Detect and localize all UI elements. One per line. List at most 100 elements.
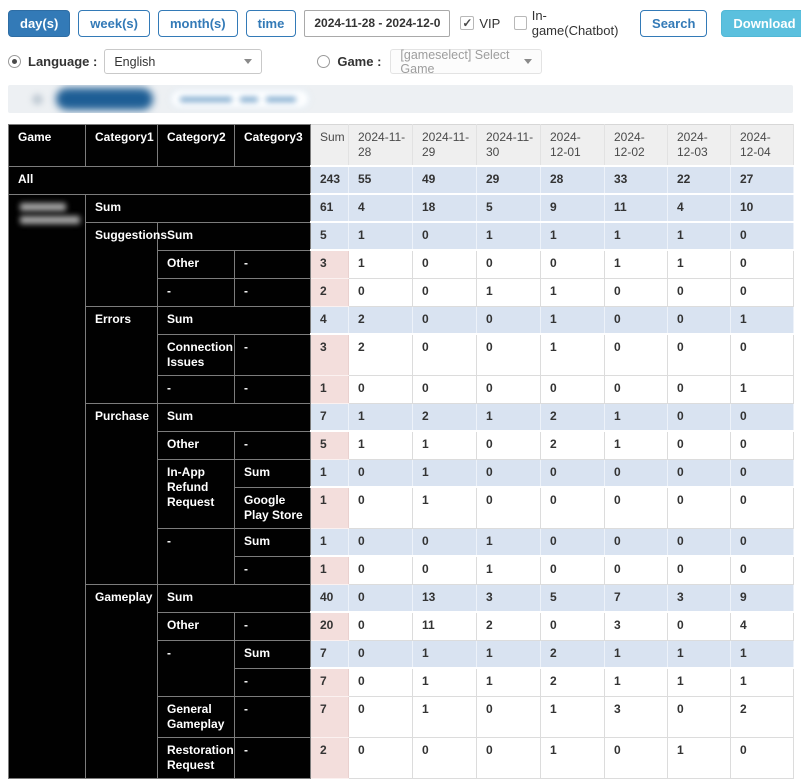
column-header-20241204: 2024-12-04	[730, 124, 794, 167]
checkbox-ingamechatbot[interactable]: In-game(Chatbot)	[514, 8, 620, 38]
value-cell: 0	[476, 306, 541, 335]
value-cell: 0	[667, 403, 731, 432]
value-cell: 1	[604, 250, 668, 279]
value-cell: 0	[476, 487, 541, 529]
value-cell: 0	[476, 459, 541, 488]
redacted-text	[180, 97, 232, 102]
column-header-20241202: 2024-12-02	[604, 124, 668, 167]
category-cell: Sum	[234, 639, 311, 669]
chevron-down-icon	[524, 59, 533, 64]
value-cell: 0	[730, 556, 794, 585]
value-cell: 3	[667, 584, 731, 613]
value-cell: 1	[476, 556, 541, 585]
category-cell: -	[157, 527, 235, 585]
category-cell: In-App Refund Request	[157, 458, 235, 529]
value-cell: 0	[412, 737, 477, 779]
value-cell: 0	[412, 278, 477, 307]
value-cell: 1	[476, 640, 541, 669]
category-cell: -	[234, 611, 311, 641]
category-cell: Sum	[157, 402, 311, 432]
value-cell: 0	[604, 737, 668, 779]
language-radio[interactable]	[8, 55, 21, 68]
value-cell: 2	[540, 431, 605, 460]
sum-cell: 1	[310, 556, 349, 585]
value-cell: 1	[476, 403, 541, 432]
value-cell: 0	[730, 487, 794, 529]
period-button-group: day(s) week(s) month(s) time	[8, 9, 297, 37]
value-cell: 0	[730, 403, 794, 432]
language-label: Language :	[28, 54, 98, 69]
game-select[interactable]: [gameselect] Select Game	[390, 48, 543, 76]
value-cell: 1	[476, 222, 541, 251]
period-button-weeks[interactable]: week(s)	[78, 9, 150, 37]
category-cell: -	[157, 639, 235, 697]
value-cell: 0	[730, 459, 794, 488]
value-cell: 0	[476, 250, 541, 279]
period-button-time[interactable]: time	[245, 9, 297, 37]
sum-cell: 5	[310, 222, 349, 251]
period-button-days[interactable]: day(s)	[8, 9, 71, 37]
column-header-20241128: 2024-11-28	[348, 124, 413, 167]
value-cell: 1	[412, 640, 477, 669]
checkbox-checked-icon[interactable]: ✓	[460, 16, 475, 30]
value-cell: 2	[412, 403, 477, 432]
report-page: day(s)week(s) month(s)time ✓ VIP In-game(Ch…	[0, 0, 801, 779]
value-cell: 0	[348, 375, 413, 404]
value-cell: 0	[412, 306, 477, 335]
value-cell: 1	[730, 375, 794, 404]
category-cell: Connection Issues	[157, 333, 235, 376]
value-cell: 2	[540, 403, 605, 432]
search-button[interactable]: Search	[640, 9, 708, 37]
category-cell: General Gameplay	[157, 695, 235, 738]
value-cell: 2	[348, 334, 413, 376]
value-cell: 0	[730, 222, 794, 251]
value-cell: 0	[348, 640, 413, 669]
sum-cell: 2	[310, 737, 349, 779]
checkbox-label: In-game(Chatbot)	[531, 8, 619, 38]
sum-cell: 3	[310, 334, 349, 376]
sum-cell: 2	[310, 278, 349, 307]
value-cell: 1	[540, 696, 605, 738]
checkbox-unchecked-icon[interactable]	[514, 16, 527, 30]
value-cell: 1	[476, 668, 541, 697]
category-cell: -	[234, 695, 311, 738]
sum-cell: 7	[310, 403, 349, 432]
value-cell: 2	[730, 696, 794, 738]
value-cell: 0	[348, 556, 413, 585]
checkbox-group: ✓ VIP In-game(Chatbot)	[460, 8, 628, 38]
value-cell: 0	[348, 528, 413, 557]
value-cell: 1	[412, 459, 477, 488]
value-cell: 3	[476, 584, 541, 613]
checkbox-vip[interactable]: ✓ VIP	[460, 16, 500, 31]
value-cell: 0	[667, 278, 731, 307]
value-cell: 0	[540, 556, 605, 585]
download-button[interactable]: Download	[721, 9, 801, 37]
column-header-sum: Sum	[310, 124, 349, 167]
filter-row-period: day(s)week(s) month(s)time ✓ VIP In-game(Ch…	[8, 8, 801, 38]
table-row: Errors Sum 4 2 0 0 1 0 0 1	[9, 305, 794, 404]
value-cell: 10	[730, 194, 794, 223]
date-range-input[interactable]	[304, 9, 451, 37]
value-cell: 4	[667, 194, 731, 223]
value-cell: 5	[476, 194, 541, 223]
value-cell: 0	[667, 334, 731, 376]
category-cell: -	[234, 333, 311, 376]
category-cell: All	[8, 165, 311, 195]
value-cell: 0	[348, 487, 413, 529]
value-cell: 28	[540, 166, 605, 195]
value-cell: 0	[476, 737, 541, 779]
value-cell: 0	[667, 556, 731, 585]
period-button-months[interactable]: month(s)	[158, 9, 238, 37]
value-cell: 1	[476, 528, 541, 557]
game-radio[interactable]	[317, 55, 331, 68]
sum-cell: 7	[310, 640, 349, 669]
category-cell: Restoration Request	[157, 736, 235, 779]
value-cell: 0	[348, 584, 413, 613]
sum-cell: 7	[310, 696, 349, 738]
value-cell: 0	[476, 334, 541, 376]
sum-cell: 7	[310, 668, 349, 697]
value-cell: 0	[412, 556, 477, 585]
value-cell: 27	[730, 166, 794, 195]
value-cell: 0	[730, 737, 794, 779]
language-select[interactable]: English	[104, 49, 263, 74]
